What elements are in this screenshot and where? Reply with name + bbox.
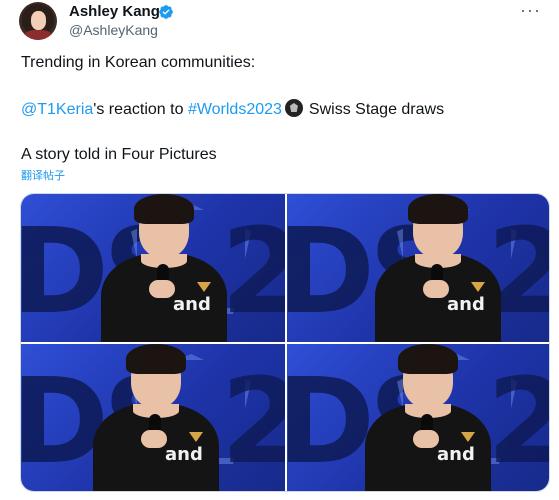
player-figure: and — [85, 344, 225, 491]
player-hair — [408, 194, 468, 224]
player-hand — [423, 280, 449, 298]
media-grid: DS 2 and DS 2 and — [20, 193, 550, 492]
player-hand — [413, 430, 439, 448]
media-image[interactable]: DS 2 and — [287, 194, 549, 342]
hashtag-link[interactable]: #Worlds2023 — [188, 101, 282, 118]
player-hand — [141, 430, 167, 448]
team-badge — [197, 282, 211, 292]
tweet-text-line: @T1Keria's reaction to #Worlds2023 Swiss … — [21, 99, 444, 119]
verified-badge-icon — [159, 5, 173, 19]
player-hair — [398, 344, 458, 374]
tweet-text-line: Trending in Korean communities: — [21, 54, 256, 71]
player-hair — [126, 344, 186, 374]
jersey-sponsor-text: and — [165, 444, 203, 465]
worlds-trophy-emoji-icon — [284, 99, 303, 117]
team-badge — [471, 282, 485, 292]
display-name[interactable]: Ashley Kang — [69, 3, 160, 20]
jersey-sponsor-text: and — [437, 444, 475, 465]
avatar-face — [31, 11, 46, 30]
media-image[interactable]: DS 2 and — [287, 344, 549, 491]
tweet-text-fragment: Swiss Stage draws — [308, 101, 445, 118]
translate-post-link[interactable]: 翻译帖子 — [21, 167, 65, 183]
team-badge — [461, 432, 475, 442]
tweet-text-line: A story told in Four Pictures — [21, 146, 217, 163]
player-figure: and — [357, 344, 497, 491]
stage-backdrop: 2 — [221, 352, 285, 490]
jersey-sponsor-text: and — [447, 294, 485, 315]
team-badge — [189, 432, 203, 442]
media-image[interactable]: DS 2 and — [21, 344, 285, 491]
jersey-sponsor-text: and — [173, 294, 211, 315]
avatar[interactable] — [19, 2, 57, 40]
player-hand — [149, 280, 175, 298]
player-figure: and — [93, 194, 233, 342]
avatar-shirt — [24, 30, 52, 40]
mention-link[interactable]: @T1Keria — [21, 101, 93, 118]
more-horizontal-icon[interactable]: ··· — [520, 0, 541, 21]
user-handle[interactable]: @AshleyKang — [69, 22, 158, 38]
tweet-text-fragment: 's reaction to — [93, 101, 184, 118]
player-figure: and — [367, 194, 507, 342]
tweet-card: Ashley Kang @AshleyKang ··· Trending in … — [0, 0, 559, 500]
media-image[interactable]: DS 2 and — [21, 194, 285, 342]
player-hair — [134, 194, 194, 224]
